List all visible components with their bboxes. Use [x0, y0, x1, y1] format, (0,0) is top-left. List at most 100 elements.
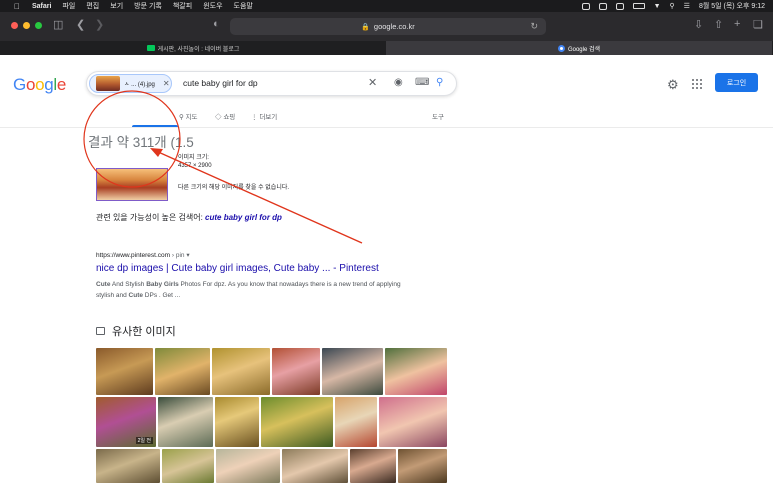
- image-size-info: 이미지 크기: 4357 × 2900: [178, 154, 212, 170]
- tools-button[interactable]: 도구: [432, 111, 444, 121]
- new-tab-icon[interactable]: +: [734, 18, 740, 30]
- tag-icon: ◇: [215, 114, 222, 121]
- similar-images-heading: 유사한 이미지: [96, 323, 176, 339]
- wifi-icon[interactable]: ▼: [654, 3, 661, 10]
- result-count: 결과 약 311개 (1.5: [88, 135, 194, 150]
- similar-image[interactable]: [350, 449, 396, 483]
- google-apps-icon[interactable]: [692, 79, 702, 89]
- clear-search-icon[interactable]: ✕: [368, 76, 377, 89]
- similar-image[interactable]: [282, 449, 348, 483]
- result-domain: https://www.pinterest.com: [96, 252, 171, 259]
- similar-image[interactable]: [322, 348, 383, 395]
- similar-image[interactable]: [158, 397, 213, 447]
- search-query-text[interactable]: cute baby girl for dp: [183, 78, 258, 88]
- zoom-window-button[interactable]: [35, 22, 42, 29]
- tab-bar: 게시판, 사진놀이 : 네이버 블로그 Google 검색: [0, 41, 773, 55]
- close-window-button[interactable]: [11, 22, 18, 29]
- tab-google-search[interactable]: Google 검색: [386, 41, 772, 55]
- snippet-bold: Cute: [96, 281, 111, 288]
- similar-image[interactable]: [212, 348, 270, 395]
- tab-overview-icon[interactable]: ❏: [753, 18, 763, 31]
- address-url: google.co.kr: [373, 22, 415, 31]
- tab-naver-blog[interactable]: 게시판, 사진놀이 : 네이버 블로그: [0, 41, 386, 55]
- result-site-url[interactable]: https://www.pinterest.com › pin ▾: [96, 251, 190, 259]
- snippet-text: DPs . Get ...: [142, 292, 181, 299]
- similar-image[interactable]: [385, 348, 447, 395]
- lock-icon: 🔒: [361, 23, 370, 31]
- sidebar-icon[interactable]: ◫: [53, 18, 63, 31]
- similar-images-grid: 2일 전: [96, 348, 447, 483]
- search-box[interactable]: ㅅ ... (4).jpg ✕ cute baby girl for dp ✕ …: [86, 71, 457, 96]
- battery-icon[interactable]: [632, 3, 645, 9]
- menu-file[interactable]: 파일: [62, 1, 75, 11]
- related-query-link[interactable]: cute baby girl for dp: [205, 213, 282, 222]
- similar-image[interactable]: [335, 397, 377, 447]
- image-query-chip[interactable]: ㅅ ... (4).jpg ✕: [89, 74, 172, 93]
- similar-image[interactable]: [379, 397, 447, 447]
- related-search: 관련 있을 가능성이 높은 검색어: cute baby girl for dp: [96, 212, 282, 223]
- menu-window[interactable]: 윈도우: [203, 1, 222, 11]
- uploaded-image-thumbnail[interactable]: [96, 168, 168, 201]
- similar-image[interactable]: [398, 449, 447, 483]
- similar-image[interactable]: [261, 397, 333, 447]
- query-image-filename: ㅅ ... (4).jpg: [124, 82, 155, 88]
- image-size-value: 4357 × 2900: [178, 163, 212, 169]
- snippet-bold: Baby Girls: [146, 281, 179, 288]
- spotlight-icon[interactable]: ⚲: [670, 2, 675, 10]
- menu-bookmarks[interactable]: 책갈피: [173, 1, 192, 11]
- similar-image[interactable]: [96, 348, 153, 395]
- status-app-icon[interactable]: [581, 2, 590, 10]
- share-icon[interactable]: ⇧: [714, 18, 723, 31]
- result-snippet: Cute And Stylish Baby Girls Photos For d…: [96, 279, 416, 301]
- map-pin-icon: ⚲: [179, 114, 184, 121]
- tab-more[interactable]: ⋮ 더보기: [251, 111, 277, 121]
- screen:  Safari 파일 편집 보기 방문 기록 책갈피 윈도우 도움말 ▼ ⚲ …: [0, 0, 773, 483]
- camera-search-icon[interactable]: ◉: [394, 77, 403, 88]
- menu-history[interactable]: 방문 기록: [134, 1, 162, 11]
- similar-image[interactable]: [215, 397, 259, 447]
- menu-edit[interactable]: 편집: [86, 1, 99, 11]
- keyboard-icon[interactable]: ⌨: [415, 77, 429, 88]
- tab-maps-label: 지도: [185, 114, 198, 121]
- minimize-window-button[interactable]: [23, 22, 30, 29]
- search-icon[interactable]: ⚲: [436, 77, 443, 88]
- menu-view[interactable]: 보기: [110, 1, 123, 11]
- related-prefix: 관련 있을 가능성이 높은 검색어:: [96, 213, 203, 222]
- tab-label: Google 검색: [567, 46, 601, 53]
- back-icon[interactable]: ❮: [76, 18, 85, 31]
- similar-image[interactable]: 2일 전: [96, 397, 156, 447]
- menu-datetime[interactable]: 8월 5일 (목) 오후 9:12: [699, 1, 765, 11]
- menu-help[interactable]: 도움말: [234, 1, 253, 11]
- control-center-icon[interactable]: ☰: [684, 2, 690, 10]
- menu-bar:  Safari 파일 편집 보기 방문 기록 책갈피 윈도우 도움말 ▼ ⚲ …: [0, 0, 773, 12]
- similar-image[interactable]: [162, 449, 214, 483]
- no-other-sizes-text: 다른 크기의 해당 이미지를 찾을 수 없습니다.: [178, 185, 290, 191]
- apple-menu-icon[interactable]: : [14, 2, 20, 11]
- similar-image[interactable]: [216, 449, 280, 483]
- tab-maps[interactable]: ⚲ 지도: [179, 111, 198, 121]
- search-tabs: ⚲ 지도 ◇ 쇼핑 ⋮ 더보기 도구: [0, 107, 773, 128]
- privacy-shield-icon[interactable]: ◐: [213, 18, 220, 30]
- remove-image-icon[interactable]: ✕: [163, 79, 170, 88]
- tab-label: 게시판, 사진놀이 : 네이버 블로그: [157, 46, 240, 53]
- google-logo[interactable]: Google: [13, 75, 66, 95]
- login-button[interactable]: 로그인: [715, 73, 758, 92]
- menu-app-name[interactable]: Safari: [32, 3, 51, 10]
- forward-icon[interactable]: ❯: [95, 18, 104, 31]
- similar-image[interactable]: [155, 348, 210, 395]
- tab-shopping[interactable]: ◇ 쇼핑: [215, 111, 235, 121]
- result-path: › pin ▾: [170, 252, 190, 259]
- settings-gear-icon[interactable]: ⚙: [667, 77, 679, 93]
- download-icon[interactable]: ⇩: [694, 18, 703, 31]
- naver-favicon-icon: [146, 45, 155, 51]
- similar-images-title: 유사한 이미지: [112, 326, 176, 338]
- similar-image[interactable]: [272, 348, 320, 395]
- query-image-thumbnail: [96, 76, 120, 91]
- status-app2-icon[interactable]: [598, 2, 607, 10]
- input-source-icon[interactable]: [615, 2, 624, 10]
- result-title-link[interactable]: nice dp images | Cute baby girl images, …: [96, 263, 379, 274]
- menu-extras: ▼ ⚲ ☰ 8월 5일 (목) 오후 9:12: [581, 0, 765, 12]
- address-bar[interactable]: 🔒 google.co.kr ↻: [230, 18, 546, 35]
- reload-icon[interactable]: ↻: [530, 21, 538, 32]
- similar-image[interactable]: [96, 449, 160, 483]
